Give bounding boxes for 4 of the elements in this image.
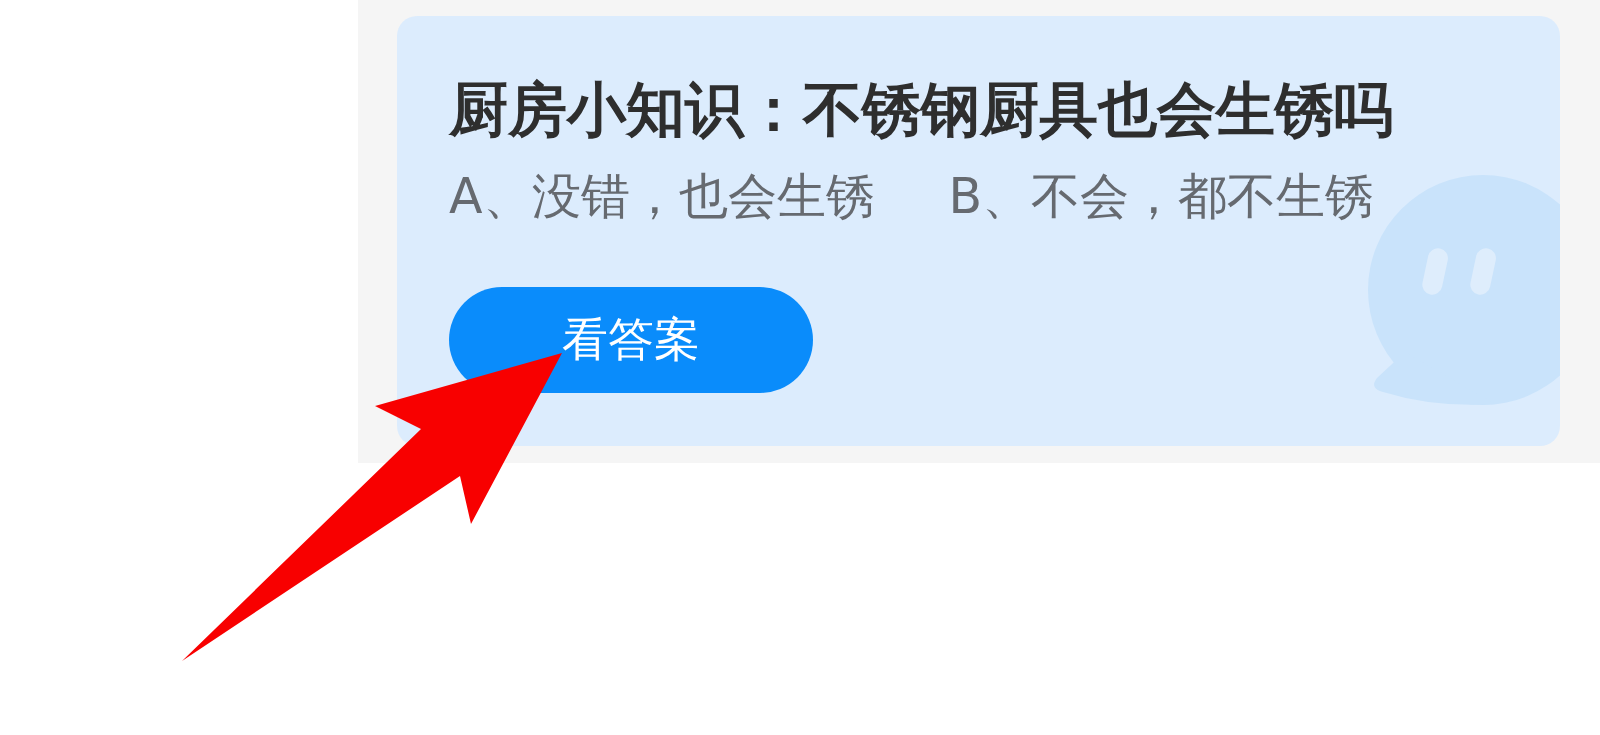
answer-option: B、不会，都不生锈 — [948, 167, 1375, 227]
answer-option: A、没错，也会生锈 — [449, 167, 875, 227]
view-answer-button[interactable]: 看答案 — [449, 287, 813, 393]
quiz-title: 厨房小知识：不锈钢厨具也会生锈吗 — [449, 75, 1393, 145]
